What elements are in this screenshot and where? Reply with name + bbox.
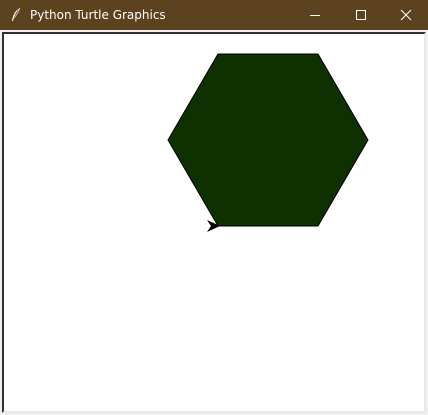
close-button[interactable] bbox=[383, 0, 428, 30]
maximize-icon bbox=[356, 10, 366, 20]
title-bar[interactable]: Python Turtle Graphics bbox=[0, 0, 428, 30]
hexagon-shape bbox=[167, 53, 369, 227]
maximize-button[interactable] bbox=[338, 0, 384, 30]
close-icon bbox=[400, 9, 412, 21]
canvas-area[interactable] bbox=[2, 32, 426, 413]
minimize-button[interactable] bbox=[292, 0, 338, 30]
window-title: Python Turtle Graphics bbox=[30, 8, 166, 22]
feather-icon bbox=[10, 7, 22, 23]
minimize-icon bbox=[310, 15, 320, 16]
turtle-window: Python Turtle Graphics bbox=[0, 0, 428, 415]
turtle-canvas[interactable] bbox=[4, 34, 424, 411]
